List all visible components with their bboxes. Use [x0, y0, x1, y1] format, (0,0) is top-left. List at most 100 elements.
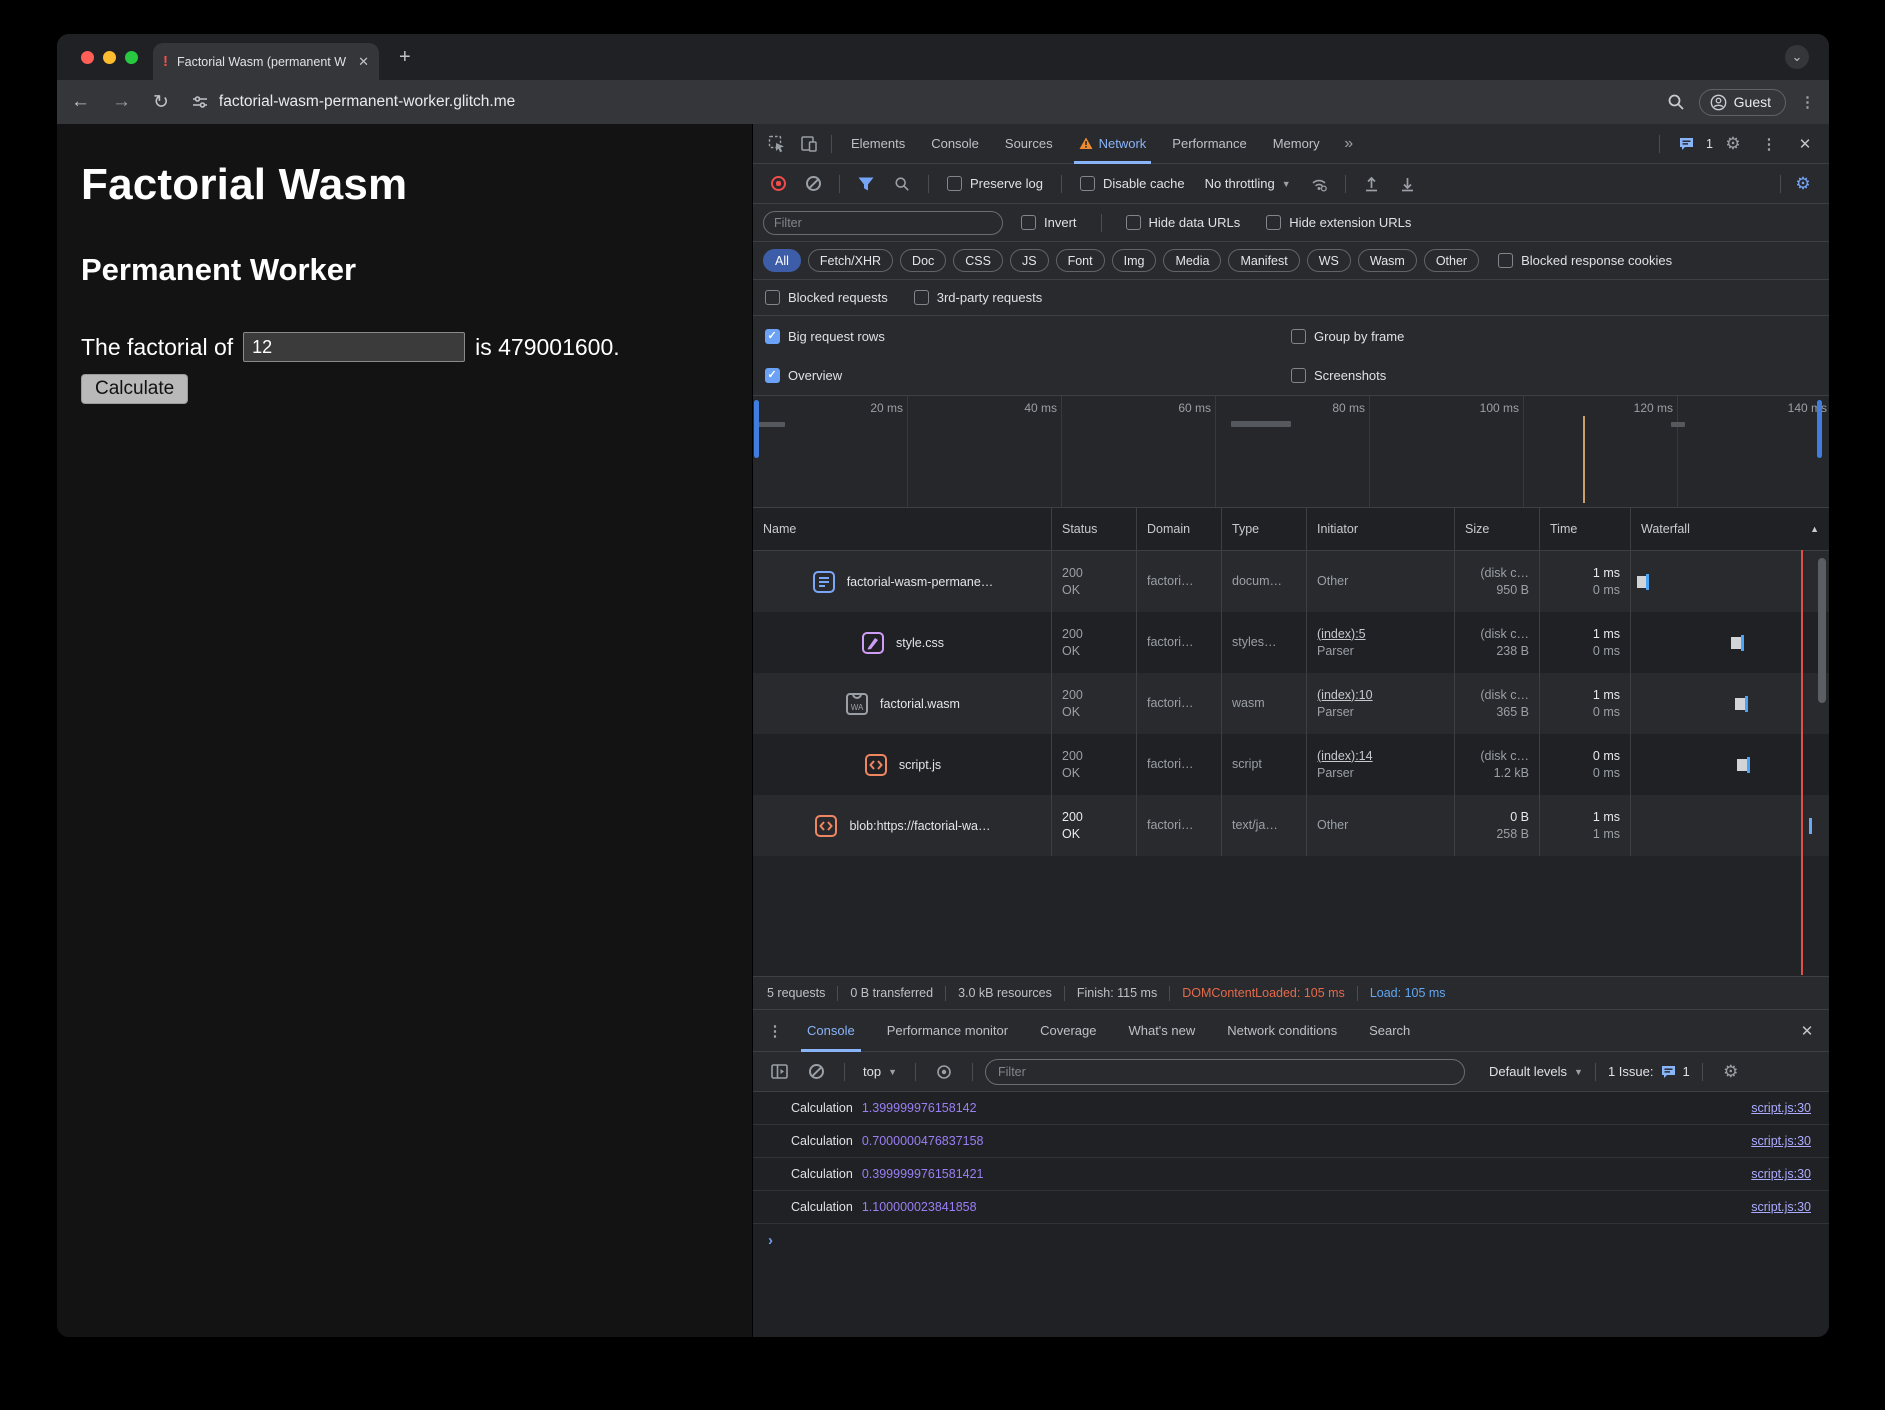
console-message[interactable]: Calculation 0.3999999761581421 script.js…: [753, 1158, 1829, 1191]
blocked-requests-checkbox[interactable]: Blocked requests: [765, 290, 888, 305]
record-network-log-icon[interactable]: [771, 176, 786, 191]
live-expression-eye-icon[interactable]: [928, 1059, 960, 1085]
request-initiator-link[interactable]: (index):14: [1317, 748, 1444, 765]
network-overview-timeline[interactable]: 20 ms 40 ms 60 ms 80 ms 100 ms 120 ms 14…: [753, 396, 1829, 508]
factorial-input[interactable]: [243, 332, 465, 362]
console-message[interactable]: Calculation 1.399999976158142 script.js:…: [753, 1092, 1829, 1125]
chip-img[interactable]: Img: [1112, 249, 1157, 272]
console-message[interactable]: Calculation 0.7000000476837158 script.js…: [753, 1125, 1829, 1158]
minimize-window-button[interactable]: [103, 51, 116, 64]
fullscreen-window-button[interactable]: [125, 51, 138, 64]
more-tabs-icon[interactable]: »: [1333, 131, 1365, 157]
chip-js[interactable]: JS: [1010, 249, 1049, 272]
forward-icon[interactable]: →: [112, 91, 131, 113]
column-name[interactable]: Name: [753, 508, 1052, 550]
timeline-right-handle[interactable]: [1817, 400, 1822, 458]
close-window-button[interactable]: [81, 51, 94, 64]
overview-checkbox[interactable]: Overview: [765, 368, 842, 383]
hide-extension-urls-checkbox[interactable]: Hide extension URLs: [1258, 215, 1419, 230]
issues-counter[interactable]: 1 Issue: 1: [1608, 1064, 1690, 1079]
column-waterfall[interactable]: Waterfall ▲: [1631, 508, 1829, 550]
chip-ws[interactable]: WS: [1307, 249, 1351, 272]
clear-console-icon[interactable]: [809, 1064, 824, 1079]
site-settings-icon[interactable]: [191, 93, 209, 111]
table-row[interactable]: WAfactorial.wasm 200OK factori… wasm (in…: [753, 673, 1829, 734]
table-row[interactable]: factorial-wasm-permane… 200OK factori… d…: [753, 551, 1829, 612]
message-source-link[interactable]: script.js:30: [1751, 1101, 1811, 1115]
chip-all[interactable]: All: [763, 249, 801, 272]
big-request-rows-checkbox[interactable]: Big request rows: [765, 329, 885, 344]
export-har-icon[interactable]: [1392, 171, 1424, 197]
drawer-close-icon[interactable]: ✕: [1791, 1018, 1823, 1044]
chip-doc[interactable]: Doc: [900, 249, 946, 272]
message-source-link[interactable]: script.js:30: [1751, 1167, 1811, 1181]
network-filter-input[interactable]: [763, 211, 1003, 235]
reload-icon[interactable]: ↻: [153, 91, 169, 114]
tab-network[interactable]: Network: [1066, 124, 1160, 164]
browser-tab[interactable]: ! Factorial Wasm (permanent W ✕: [153, 43, 379, 80]
tab-elements[interactable]: Elements: [838, 124, 918, 164]
chip-fetch-xhr[interactable]: Fetch/XHR: [808, 249, 893, 272]
issues-icon[interactable]: [1670, 131, 1702, 157]
back-icon[interactable]: ←: [71, 91, 90, 113]
search-icon[interactable]: [886, 171, 918, 197]
preserve-log-checkbox[interactable]: Preserve log: [939, 176, 1051, 191]
table-row[interactable]: blob:https://factorial-wa… 200OK factori…: [753, 795, 1829, 856]
request-initiator-link[interactable]: (index):5: [1317, 626, 1444, 643]
tab-performance[interactable]: Performance: [1159, 124, 1259, 164]
url-field[interactable]: factorial-wasm-permanent-worker.glitch.m…: [219, 93, 1667, 111]
console-sidebar-icon[interactable]: [763, 1059, 795, 1085]
devtools-close-icon[interactable]: ✕: [1789, 131, 1821, 157]
group-by-frame-checkbox[interactable]: Group by frame: [1291, 329, 1404, 344]
blocked-response-cookies-checkbox[interactable]: Blocked response cookies: [1490, 253, 1680, 268]
devtools-menu-icon[interactable]: ⋮: [1753, 131, 1785, 157]
hide-data-urls-checkbox[interactable]: Hide data URLs: [1118, 215, 1249, 230]
invert-checkbox[interactable]: Invert: [1013, 215, 1085, 230]
timeline-left-handle[interactable]: [754, 400, 759, 458]
disable-cache-checkbox[interactable]: Disable cache: [1072, 176, 1193, 191]
column-time[interactable]: Time: [1540, 508, 1631, 550]
screenshots-checkbox[interactable]: Screenshots: [1291, 368, 1386, 383]
drawer-tab-network-conditions[interactable]: Network conditions: [1211, 1010, 1353, 1052]
drawer-tab-whats-new[interactable]: What's new: [1112, 1010, 1211, 1052]
devtools-settings-icon[interactable]: ⚙: [1717, 131, 1749, 157]
network-conditions-icon[interactable]: [1303, 171, 1335, 197]
drawer-tab-console[interactable]: Console: [791, 1010, 871, 1052]
zoom-icon[interactable]: [1667, 93, 1685, 111]
drawer-tab-performance-monitor[interactable]: Performance monitor: [871, 1010, 1024, 1052]
chip-font[interactable]: Font: [1056, 249, 1105, 272]
profile-button[interactable]: Guest: [1699, 89, 1786, 116]
message-source-link[interactable]: script.js:30: [1751, 1134, 1811, 1148]
table-row[interactable]: script.js 200OK factori… script (index):…: [753, 734, 1829, 795]
new-tab-button[interactable]: +: [399, 47, 411, 67]
chip-other[interactable]: Other: [1424, 249, 1479, 272]
chip-wasm[interactable]: Wasm: [1358, 249, 1417, 272]
tab-console[interactable]: Console: [918, 124, 992, 164]
table-row[interactable]: style.css 200OK factori… styles… (index)…: [753, 612, 1829, 673]
context-select[interactable]: top ▼: [857, 1064, 903, 1079]
network-settings-icon[interactable]: ⚙: [1787, 171, 1819, 197]
device-toolbar-icon[interactable]: [793, 131, 825, 157]
drawer-tab-coverage[interactable]: Coverage: [1024, 1010, 1112, 1052]
scrollbar-thumb[interactable]: [1818, 558, 1826, 703]
request-initiator-link[interactable]: (index):10: [1317, 687, 1444, 704]
clear-network-log-icon[interactable]: [806, 176, 821, 191]
drawer-menu-icon[interactable]: ⋮: [759, 1018, 791, 1044]
tab-search-icon[interactable]: ⌄: [1785, 45, 1809, 69]
tab-sources[interactable]: Sources: [992, 124, 1066, 164]
console-prompt[interactable]: ›: [753, 1224, 1829, 1256]
chip-media[interactable]: Media: [1163, 249, 1221, 272]
drawer-tab-search[interactable]: Search: [1353, 1010, 1426, 1052]
calculate-button[interactable]: Calculate: [81, 374, 188, 404]
inspect-element-icon[interactable]: [761, 131, 793, 157]
console-settings-icon[interactable]: ⚙: [1715, 1059, 1747, 1085]
console-filter-input[interactable]: [985, 1059, 1465, 1085]
message-source-link[interactable]: script.js:30: [1751, 1200, 1811, 1214]
third-party-requests-checkbox[interactable]: 3rd-party requests: [914, 290, 1043, 305]
tab-memory[interactable]: Memory: [1260, 124, 1333, 164]
column-size[interactable]: Size: [1455, 508, 1540, 550]
column-domain[interactable]: Domain: [1137, 508, 1222, 550]
column-status[interactable]: Status: [1052, 508, 1137, 550]
import-har-icon[interactable]: [1356, 171, 1388, 197]
chip-css[interactable]: CSS: [953, 249, 1003, 272]
